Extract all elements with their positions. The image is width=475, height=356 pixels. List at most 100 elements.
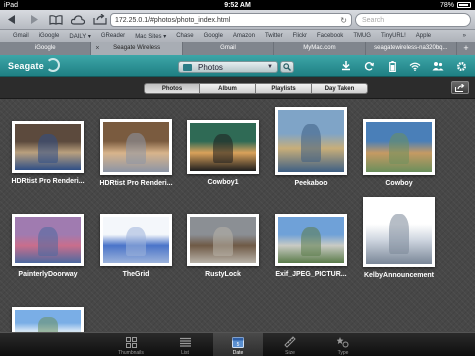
bookmark-item[interactable]: Apple (411, 33, 436, 39)
photo-frame (187, 214, 259, 266)
bottom-tab-label: Date (232, 350, 244, 356)
bottom-tab-type[interactable]: Type (318, 333, 368, 356)
chevron-down-icon: ▼ (267, 64, 273, 70)
reload-icon[interactable]: ↻ (340, 16, 347, 25)
photo-frame (187, 120, 259, 174)
photo-thumbnail[interactable]: RustyLock (183, 214, 263, 278)
bottom-tab-list[interactable]: List (160, 333, 210, 356)
battery-icon (457, 2, 471, 8)
photo-thumbnail[interactable] (8, 307, 88, 332)
shapes-icon (318, 335, 368, 349)
photo-thumbnail[interactable]: HDRtist Pro Renderi... (8, 121, 88, 185)
photo-image (278, 217, 344, 263)
photo-image (15, 124, 81, 170)
browser-tab[interactable]: Gmail (183, 42, 275, 55)
tab-label: iGoogle (34, 45, 56, 51)
photo-thumbnail[interactable]: PainterlyDoorway (8, 214, 88, 278)
bookmark-item[interactable]: Google (199, 33, 228, 39)
photo-subject (213, 227, 233, 256)
photo-caption: Exif_JPEG_PICTUR... (275, 271, 347, 278)
close-tab-icon[interactable]: × (95, 42, 99, 55)
tab-label: Gmail (220, 45, 236, 51)
bookmark-item[interactable]: GReader (96, 33, 130, 39)
photo-thumbnail[interactable]: Exif_JPEG_PICTUR... (271, 214, 351, 278)
photo-thumbnail[interactable]: Cowboy1 (183, 120, 263, 186)
bookmark-item[interactable]: iGoogle (34, 33, 65, 39)
photo-thumbnail[interactable]: Cowboy (359, 119, 439, 187)
photo-thumbnail[interactable]: KelbyAnnouncement (359, 197, 439, 279)
forward-icon[interactable] (26, 13, 42, 27)
photo-thumbnail[interactable]: Peekaboo (271, 107, 351, 187)
tab-label: seagatewireless-na320bq... (374, 45, 448, 51)
new-tab-button[interactable]: + (457, 42, 475, 55)
bottom-tab-label: Size (285, 350, 295, 356)
photo-frame (363, 197, 435, 267)
bottom-tab-date[interactable]: 5 Date (213, 333, 263, 356)
sort-option-photos[interactable]: Photos (144, 83, 200, 94)
header-icons (340, 60, 467, 72)
browser-tab[interactable]: seagatewireless-na320bq... (366, 42, 458, 55)
tab-label: MyMac.com (303, 45, 336, 51)
photo-image (366, 200, 432, 264)
list-icon (160, 335, 210, 349)
bottom-tab-label: Thumbnails (118, 350, 144, 356)
browser-tab[interactable]: × Seagate Wireless (91, 42, 183, 55)
sort-option-album[interactable]: Album (200, 83, 256, 94)
export-button[interactable] (451, 81, 469, 94)
sort-segmented-control: Photos Album Playlists Day Taken (144, 83, 368, 94)
svg-text:5: 5 (237, 342, 240, 348)
bookmark-item[interactable]: TMUG (348, 33, 376, 39)
photo-subject (38, 317, 58, 332)
photo-thumbnail[interactable]: HDRtist Pro Renderi... (96, 119, 176, 187)
download-icon[interactable] (340, 60, 352, 72)
bookmark-item[interactable]: Flickr (288, 33, 312, 39)
gear-icon[interactable] (455, 60, 467, 72)
bookmark-item[interactable]: DAILY ▾ (64, 33, 95, 40)
sync-icon[interactable] (363, 60, 375, 72)
search-placeholder: Search (362, 16, 385, 24)
photo-frame (12, 214, 84, 266)
wifi-icon[interactable] (409, 60, 421, 72)
photo-thumbnail[interactable]: TheGrid (96, 214, 176, 278)
bookmark-item[interactable]: Chase (171, 33, 198, 39)
sort-bar: Photos Album Playlists Day Taken (0, 77, 475, 99)
bookmark-item[interactable]: Twitter (260, 33, 288, 39)
photo-frame (275, 214, 347, 266)
bookmarks-more-icon[interactable]: » (458, 33, 471, 39)
photo-grid: HDRtist Pro Renderi... HDRtist Pro Render… (0, 99, 475, 332)
bookmark-item[interactable]: TinyURL! (376, 33, 411, 39)
section-selector[interactable]: Photos ▼ (178, 61, 278, 73)
photo-image (15, 310, 81, 332)
photo-subject (213, 133, 233, 164)
photo-image (366, 122, 432, 172)
sort-option-day-taken[interactable]: Day Taken (312, 83, 368, 94)
bookmark-item[interactable]: Gmail (8, 33, 34, 39)
share-icon[interactable] (92, 13, 108, 27)
status-bar: iPad 9:52 AM 78% (0, 0, 475, 10)
icloud-icon[interactable] (70, 13, 86, 27)
back-icon[interactable] (4, 13, 20, 27)
bottom-tab-size[interactable]: Size (265, 333, 315, 356)
photo-subject (389, 214, 409, 254)
app-search-button[interactable] (280, 61, 294, 73)
export-icon (455, 83, 465, 92)
bookmark-item[interactable]: Mac Sites ▾ (130, 33, 171, 40)
browser-tab[interactable]: iGoogle (0, 42, 92, 55)
photo-image (15, 217, 81, 263)
photo-image (278, 110, 344, 172)
users-icon[interactable] (432, 60, 444, 72)
bookmarks-icon[interactable] (48, 13, 64, 27)
bottom-tab-thumbnails[interactable]: Thumbnails (106, 333, 156, 356)
photo-image (103, 217, 169, 263)
search-field[interactable]: Search (355, 13, 471, 27)
battery-icon[interactable] (386, 60, 398, 72)
photo-image (103, 122, 169, 172)
browser-tab[interactable]: MyMac.com (274, 42, 366, 55)
address-bar[interactable]: 172.25.0.1/#photos/photo_index.html ↻ (110, 13, 352, 27)
sort-option-playlists[interactable]: Playlists (256, 83, 312, 94)
section-label: Photos (198, 62, 223, 72)
bookmark-item[interactable]: Facebook (312, 33, 348, 39)
bookmark-item[interactable]: Amazon (228, 33, 260, 39)
photo-subject (38, 134, 58, 163)
browser-tabs: iGoogle × Seagate Wireless Gmail MyMac.com se… (0, 42, 475, 55)
